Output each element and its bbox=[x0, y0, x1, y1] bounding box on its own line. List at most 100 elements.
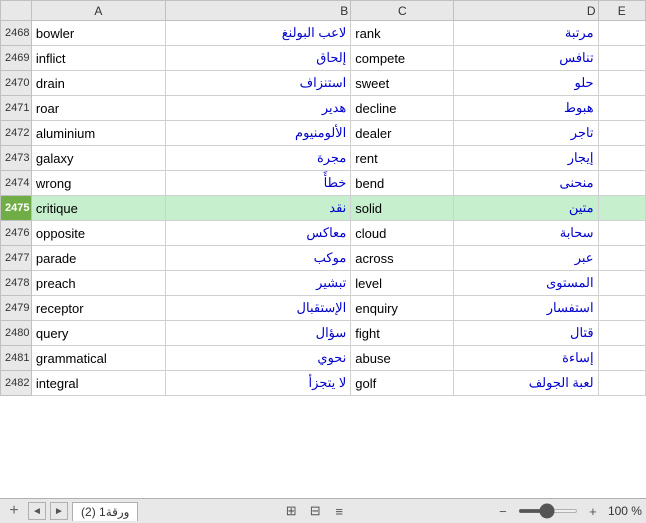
cell-empty-e[interactable] bbox=[598, 121, 645, 146]
cell-english-c[interactable]: golf bbox=[351, 371, 454, 396]
cell-arabic-d[interactable]: تاجر bbox=[454, 121, 598, 146]
cell-arabic-d[interactable]: منحنى bbox=[454, 171, 598, 196]
cell-english-c[interactable]: sweet bbox=[351, 71, 454, 96]
cell-empty-e[interactable] bbox=[598, 271, 645, 296]
cell-empty-e[interactable] bbox=[598, 221, 645, 246]
cell-english-c[interactable]: cloud bbox=[351, 221, 454, 246]
table-row[interactable]: 2470drainاستنزافsweetحلو bbox=[1, 71, 646, 96]
cell-english-c[interactable]: level bbox=[351, 271, 454, 296]
cell-empty-e[interactable] bbox=[598, 321, 645, 346]
table-row[interactable]: 2477paradeموكبacrossعبر bbox=[1, 246, 646, 271]
zoom-out-button[interactable]: − bbox=[492, 501, 514, 521]
cell-english-c[interactable]: compete bbox=[351, 46, 454, 71]
col-header-e[interactable]: E bbox=[598, 1, 645, 21]
cell-english[interactable]: grammatical bbox=[31, 346, 165, 371]
cell-english-c[interactable]: decline bbox=[351, 96, 454, 121]
table-row[interactable]: 2475critiqueنقدsolidمتين bbox=[1, 196, 646, 221]
cell-arabic-d[interactable]: إساءة bbox=[454, 346, 598, 371]
sheet-nav-left[interactable]: ◄ bbox=[28, 502, 46, 520]
cell-empty-e[interactable] bbox=[598, 71, 645, 96]
cell-arabic-d[interactable]: هبوط bbox=[454, 96, 598, 121]
zoom-in-button[interactable]: + bbox=[582, 501, 604, 521]
cell-arabic-d[interactable]: لعبة الجولف bbox=[454, 371, 598, 396]
table-row[interactable]: 2474wrongخطأًbendمنحنى bbox=[1, 171, 646, 196]
cell-arabic-d[interactable]: سحابة bbox=[454, 221, 598, 246]
cell-empty-e[interactable] bbox=[598, 96, 645, 121]
cell-empty-e[interactable] bbox=[598, 371, 645, 396]
cell-english[interactable]: preach bbox=[31, 271, 165, 296]
cell-english[interactable]: aluminium bbox=[31, 121, 165, 146]
cell-arabic-b[interactable]: مجرة bbox=[165, 146, 350, 171]
table-row[interactable]: 2476oppositeمعاكسcloudسحابة bbox=[1, 221, 646, 246]
cell-arabic-b[interactable]: تبشير bbox=[165, 271, 350, 296]
col-header-b[interactable]: B bbox=[165, 1, 350, 21]
cell-arabic-d[interactable]: قتال bbox=[454, 321, 598, 346]
cell-english[interactable]: drain bbox=[31, 71, 165, 96]
table-row[interactable]: 2478preachتبشيرlevelالمستوى bbox=[1, 271, 646, 296]
cell-english-c[interactable]: dealer bbox=[351, 121, 454, 146]
cell-arabic-b[interactable]: معاكس bbox=[165, 221, 350, 246]
cell-english-c[interactable]: abuse bbox=[351, 346, 454, 371]
cell-english[interactable]: opposite bbox=[31, 221, 165, 246]
view-normal-icon[interactable]: ⊞ bbox=[280, 501, 302, 521]
cell-arabic-b[interactable]: الألومنيوم bbox=[165, 121, 350, 146]
view-layout-icon[interactable]: ⊟ bbox=[304, 501, 326, 521]
cell-english-c[interactable]: fight bbox=[351, 321, 454, 346]
cell-english[interactable]: query bbox=[31, 321, 165, 346]
col-header-d[interactable]: D bbox=[454, 1, 598, 21]
cell-arabic-b[interactable]: استنزاف bbox=[165, 71, 350, 96]
cell-empty-e[interactable] bbox=[598, 296, 645, 321]
table-row[interactable]: 2481grammaticalنحويabuseإساءة bbox=[1, 346, 646, 371]
cell-english-c[interactable]: enquiry bbox=[351, 296, 454, 321]
cell-arabic-b[interactable]: الإستقبال bbox=[165, 296, 350, 321]
col-header-a[interactable]: A bbox=[31, 1, 165, 21]
cell-arabic-b[interactable]: نحوي bbox=[165, 346, 350, 371]
cell-arabic-b[interactable]: لاعب البولنغ bbox=[165, 21, 350, 46]
cell-arabic-d[interactable]: حلو bbox=[454, 71, 598, 96]
cell-english[interactable]: critique bbox=[31, 196, 165, 221]
cell-empty-e[interactable] bbox=[598, 196, 645, 221]
cell-empty-e[interactable] bbox=[598, 21, 645, 46]
sheet-nav-right[interactable]: ► bbox=[50, 502, 68, 520]
cell-arabic-d[interactable]: مرتبة bbox=[454, 21, 598, 46]
cell-arabic-b[interactable]: لا يتجزأ bbox=[165, 371, 350, 396]
table-row[interactable]: 2482integralلا يتجزأgolfلعبة الجولف bbox=[1, 371, 646, 396]
cell-arabic-d[interactable]: إيجار bbox=[454, 146, 598, 171]
cell-empty-e[interactable] bbox=[598, 146, 645, 171]
cell-english[interactable]: bowler bbox=[31, 21, 165, 46]
add-sheet-button[interactable]: + bbox=[4, 501, 24, 521]
cell-arabic-b[interactable]: سؤال bbox=[165, 321, 350, 346]
cell-empty-e[interactable] bbox=[598, 46, 645, 71]
cell-english-c[interactable]: bend bbox=[351, 171, 454, 196]
cell-arabic-d[interactable]: عبر bbox=[454, 246, 598, 271]
cell-arabic-b[interactable]: موكب bbox=[165, 246, 350, 271]
col-header-c[interactable]: C bbox=[351, 1, 454, 21]
cell-arabic-b[interactable]: نقد bbox=[165, 196, 350, 221]
cell-english-c[interactable]: rank bbox=[351, 21, 454, 46]
table-row[interactable]: 2480queryسؤالfightقتال bbox=[1, 321, 646, 346]
cell-english[interactable]: receptor bbox=[31, 296, 165, 321]
cell-empty-e[interactable] bbox=[598, 346, 645, 371]
cell-english[interactable]: integral bbox=[31, 371, 165, 396]
cell-arabic-b[interactable]: إلحاق bbox=[165, 46, 350, 71]
cell-english-c[interactable]: across bbox=[351, 246, 454, 271]
cell-english[interactable]: wrong bbox=[31, 171, 165, 196]
table-row[interactable]: 2468bowlerلاعب البولنغrankمرتبة bbox=[1, 21, 646, 46]
cell-arabic-d[interactable]: متين bbox=[454, 196, 598, 221]
cell-english[interactable]: parade bbox=[31, 246, 165, 271]
cell-english-c[interactable]: rent bbox=[351, 146, 454, 171]
cell-english[interactable]: galaxy bbox=[31, 146, 165, 171]
table-row[interactable]: 2472aluminiumالألومنيومdealerتاجر bbox=[1, 121, 646, 146]
cell-arabic-d[interactable]: استفسار bbox=[454, 296, 598, 321]
cell-arabic-b[interactable]: هدير bbox=[165, 96, 350, 121]
table-row[interactable]: 2471roarهديرdeclineهبوط bbox=[1, 96, 646, 121]
cell-arabic-d[interactable]: تنافس bbox=[454, 46, 598, 71]
zoom-slider[interactable] bbox=[518, 509, 578, 513]
cell-empty-e[interactable] bbox=[598, 246, 645, 271]
sheet-tab[interactable]: ورقة1 (2) bbox=[72, 502, 138, 521]
table-row[interactable]: 2469inflictإلحاقcompeteتنافس bbox=[1, 46, 646, 71]
cell-english[interactable]: roar bbox=[31, 96, 165, 121]
cell-empty-e[interactable] bbox=[598, 171, 645, 196]
table-row[interactable]: 2473galaxyمجرةrentإيجار bbox=[1, 146, 646, 171]
table-row[interactable]: 2479receptorالإستقبالenquiryاستفسار bbox=[1, 296, 646, 321]
